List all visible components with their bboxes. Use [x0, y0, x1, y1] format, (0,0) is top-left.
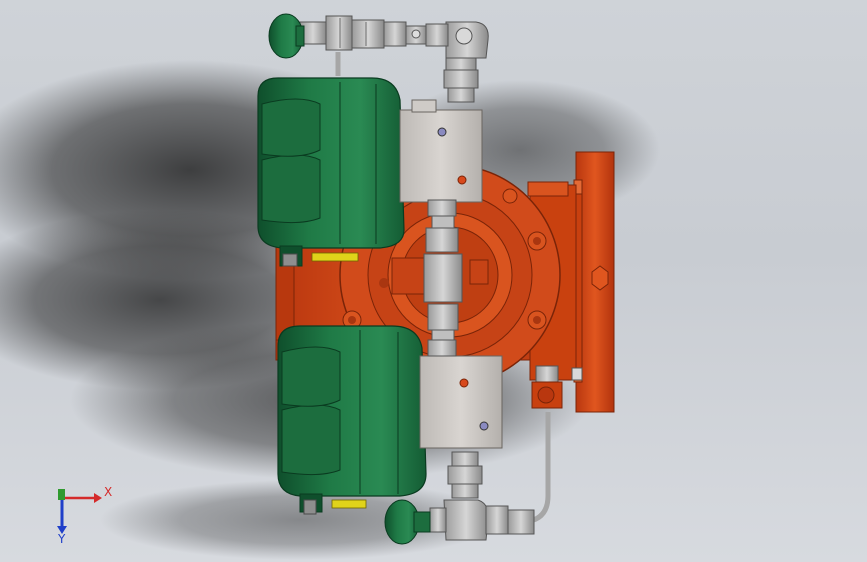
upper-solenoid-motor[interactable]	[257, 77, 405, 267]
upper-knob-icon[interactable]	[268, 13, 305, 59]
top-tube-line[interactable]	[299, 15, 449, 76]
upper-valve-block[interactable]	[399, 99, 483, 203]
assembly-scene[interactable]	[0, 0, 867, 562]
cad-viewport[interactable]: X Y	[0, 0, 867, 562]
lower-valve-block[interactable]	[419, 355, 503, 449]
lower-solenoid-motor[interactable]	[277, 325, 427, 515]
